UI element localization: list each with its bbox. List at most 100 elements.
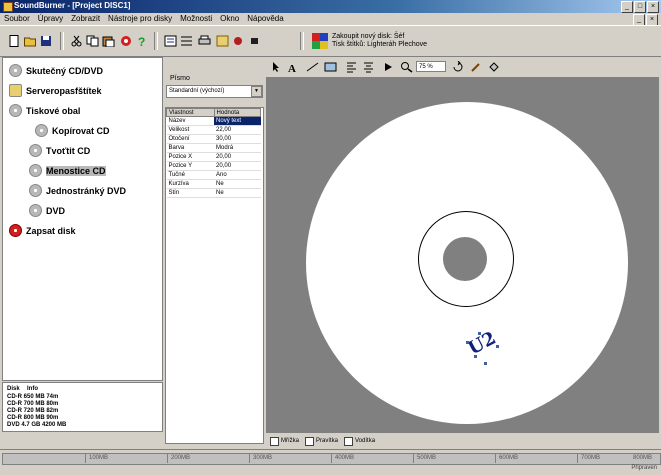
save-icon[interactable]	[40, 35, 53, 47]
menu-window[interactable]: Okno	[216, 13, 243, 25]
status-bar: 100MB 200MB 300MB 400MB 500MB 600MB 700M…	[0, 449, 661, 475]
brush-icon[interactable]	[470, 61, 483, 73]
property-value[interactable]: Modrá	[214, 143, 261, 153]
arrow-right-icon[interactable]	[382, 61, 395, 73]
copy-icon[interactable]	[86, 35, 99, 47]
ruler-label: 800MB	[633, 455, 653, 461]
property-name: Název	[166, 116, 215, 126]
table-row[interactable]: Tučné Ano	[166, 170, 261, 180]
ruler-label: 300MB	[253, 455, 273, 461]
property-name: Barva	[166, 143, 215, 153]
selection-handle[interactable]	[474, 355, 477, 358]
disc-icon	[29, 164, 42, 177]
canvas-options: Mřížka Pravítka Vodítka	[266, 433, 659, 449]
disc-icon	[9, 64, 22, 77]
property-value[interactable]: 20,00	[214, 161, 261, 171]
tree-item-single-dvd[interactable]: Jednostránký DVD	[29, 184, 126, 197]
guides-checkbox[interactable]: Vodítka	[344, 436, 375, 446]
tree-item-burn-disc[interactable]: Zapsat disk	[9, 224, 76, 237]
tree-item-label-cd[interactable]: Menostice CD	[29, 164, 106, 177]
capacity-header-info: Info	[27, 386, 38, 392]
chevron-down-icon[interactable]: ▼	[251, 86, 262, 97]
menu-bar: Soubor Úpravy Zobrazit Nástroje pro disk…	[0, 13, 661, 25]
maximize-button[interactable]: □	[634, 1, 646, 13]
selection-handle[interactable]	[478, 332, 481, 335]
menu-edit[interactable]: Úpravy	[34, 13, 67, 25]
font-select-value: Standardní (výchozí)	[169, 88, 225, 94]
property-value[interactable]: 22,00	[214, 125, 261, 135]
stop-icon[interactable]	[248, 35, 261, 47]
paste-icon[interactable]	[102, 35, 115, 47]
table-row[interactable]: Otočení 30,00	[166, 134, 261, 144]
svg-text:A: A	[288, 63, 296, 73]
table-row[interactable]: Stín Ne	[166, 188, 261, 198]
selection-handle[interactable]	[466, 341, 469, 344]
font-select[interactable]: Standardní (výchozí) ▼	[166, 85, 263, 98]
record-icon[interactable]	[232, 35, 245, 47]
capacity-panel: Disk Info CD-R 650 MB 74m CD-R 700 MB 80…	[2, 382, 163, 432]
close-button[interactable]: ×	[647, 1, 659, 13]
column-header-property[interactable]: Vlastnost	[166, 108, 215, 117]
print-icon[interactable]	[198, 35, 211, 47]
disc-icon	[29, 184, 42, 197]
capacity-row: CD-R 720 MB 82m	[7, 408, 59, 414]
property-name: Pozice X	[166, 152, 215, 162]
open-icon[interactable]	[24, 35, 37, 47]
property-value[interactable]: Ne	[214, 179, 261, 189]
line-tool-icon[interactable]	[306, 61, 319, 73]
tree-item-dvd[interactable]: DVD	[29, 204, 65, 217]
burn-icon[interactable]	[120, 35, 133, 47]
align-center-icon[interactable]	[362, 61, 375, 73]
table-row[interactable]: Velikost 22,00	[166, 125, 261, 135]
ruler-label: 100MB	[89, 455, 109, 461]
property-value[interactable]: 30,00	[214, 134, 261, 144]
menu-options[interactable]: Možnosti	[176, 13, 216, 25]
tree-item-print-cover[interactable]: Tiskové obal	[9, 104, 80, 117]
property-grid: Vlastnost Hodnota Název Nový text Velikos…	[165, 107, 264, 444]
zoom-input[interactable]: 75 %	[416, 61, 446, 72]
minimize-button[interactable]: _	[621, 1, 633, 13]
property-value[interactable]: Ne	[214, 188, 261, 198]
property-value[interactable]: Ano	[214, 170, 261, 180]
tree-item-disc[interactable]: Skutečný CD/DVD	[9, 64, 103, 77]
align-left-icon[interactable]	[346, 61, 359, 73]
rotate-icon[interactable]	[452, 61, 465, 73]
column-header-value[interactable]: Hodnota	[213, 108, 262, 117]
main-toolbar: ?	[0, 25, 661, 57]
property-value[interactable]: 20,00	[214, 152, 261, 162]
table-row[interactable]: Kurzíva Ne	[166, 179, 261, 189]
help-icon[interactable]: ?	[136, 35, 149, 47]
image-icon[interactable]	[216, 35, 229, 47]
new-icon[interactable]	[8, 35, 21, 47]
tree-item-create-cd[interactable]: Tvoťtit CD	[29, 144, 90, 157]
table-row[interactable]: Pozice Y 20,00	[166, 161, 261, 171]
image-tool-icon[interactable]	[324, 61, 337, 73]
table-row[interactable]: Název Nový text	[166, 116, 261, 126]
menu-disc-tools[interactable]: Nástroje pro disky	[104, 13, 176, 25]
selection-handle[interactable]	[496, 345, 499, 348]
property-name: Velikost	[166, 125, 215, 135]
table-row[interactable]: Pozice X 20,00	[166, 152, 261, 162]
selection-handle[interactable]	[484, 362, 487, 365]
zoom-icon[interactable]	[400, 61, 413, 73]
grid-checkbox[interactable]: Mřížka	[270, 436, 299, 446]
list-icon[interactable]	[180, 35, 193, 47]
table-row[interactable]: Barva Modrá	[166, 143, 261, 153]
tree-item-copy-cd[interactable]: Kopírovat CD	[35, 124, 110, 137]
fill-icon[interactable]	[488, 61, 501, 73]
capacity-row: CD-R 800 MB 90m	[7, 415, 59, 421]
menu-view[interactable]: Zobrazit	[67, 13, 104, 25]
menu-file[interactable]: Soubor	[0, 13, 34, 25]
menu-help[interactable]: Nápověda	[243, 13, 287, 25]
tree-item-server[interactable]: Serveropasfštítek	[9, 84, 102, 97]
properties-icon[interactable]	[164, 35, 177, 47]
product-logo-icon	[312, 33, 328, 49]
property-name: Kurzíva	[166, 179, 215, 189]
property-value[interactable]: Nový text	[214, 116, 261, 126]
capacity-row: DVD 4.7 GB 4200 MB	[7, 422, 67, 428]
rulers-checkbox[interactable]: Pravítka	[305, 436, 338, 446]
cut-icon[interactable]	[70, 35, 83, 47]
text-tool-icon[interactable]: A	[286, 61, 299, 73]
ruler-label: 600MB	[499, 455, 519, 461]
pointer-icon[interactable]	[270, 61, 283, 73]
